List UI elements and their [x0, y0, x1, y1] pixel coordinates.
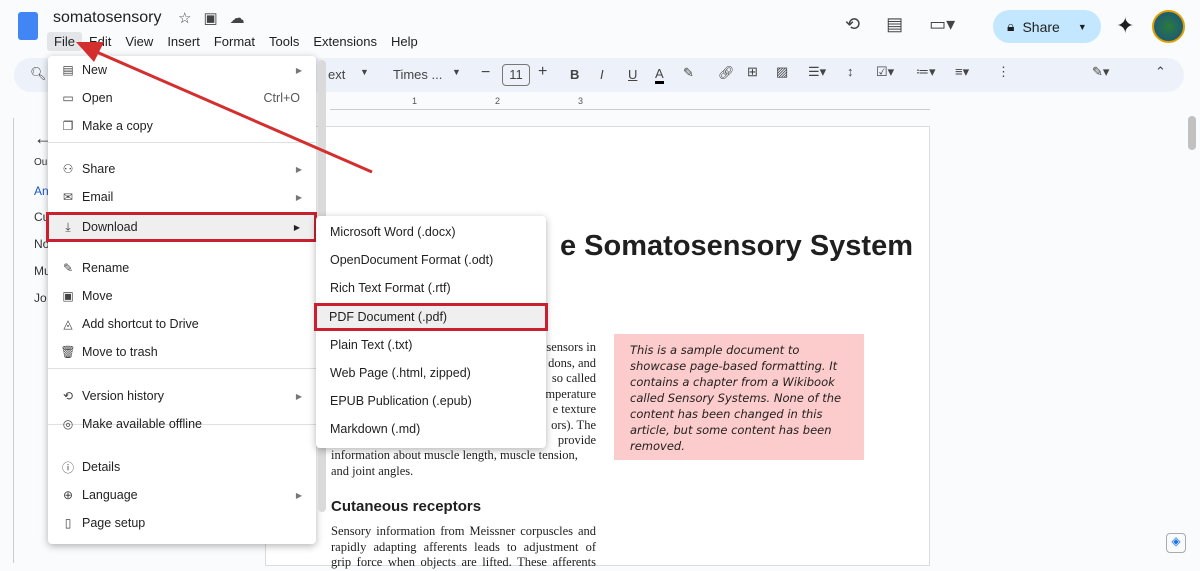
- annotation-arrow: [76, 42, 373, 174]
